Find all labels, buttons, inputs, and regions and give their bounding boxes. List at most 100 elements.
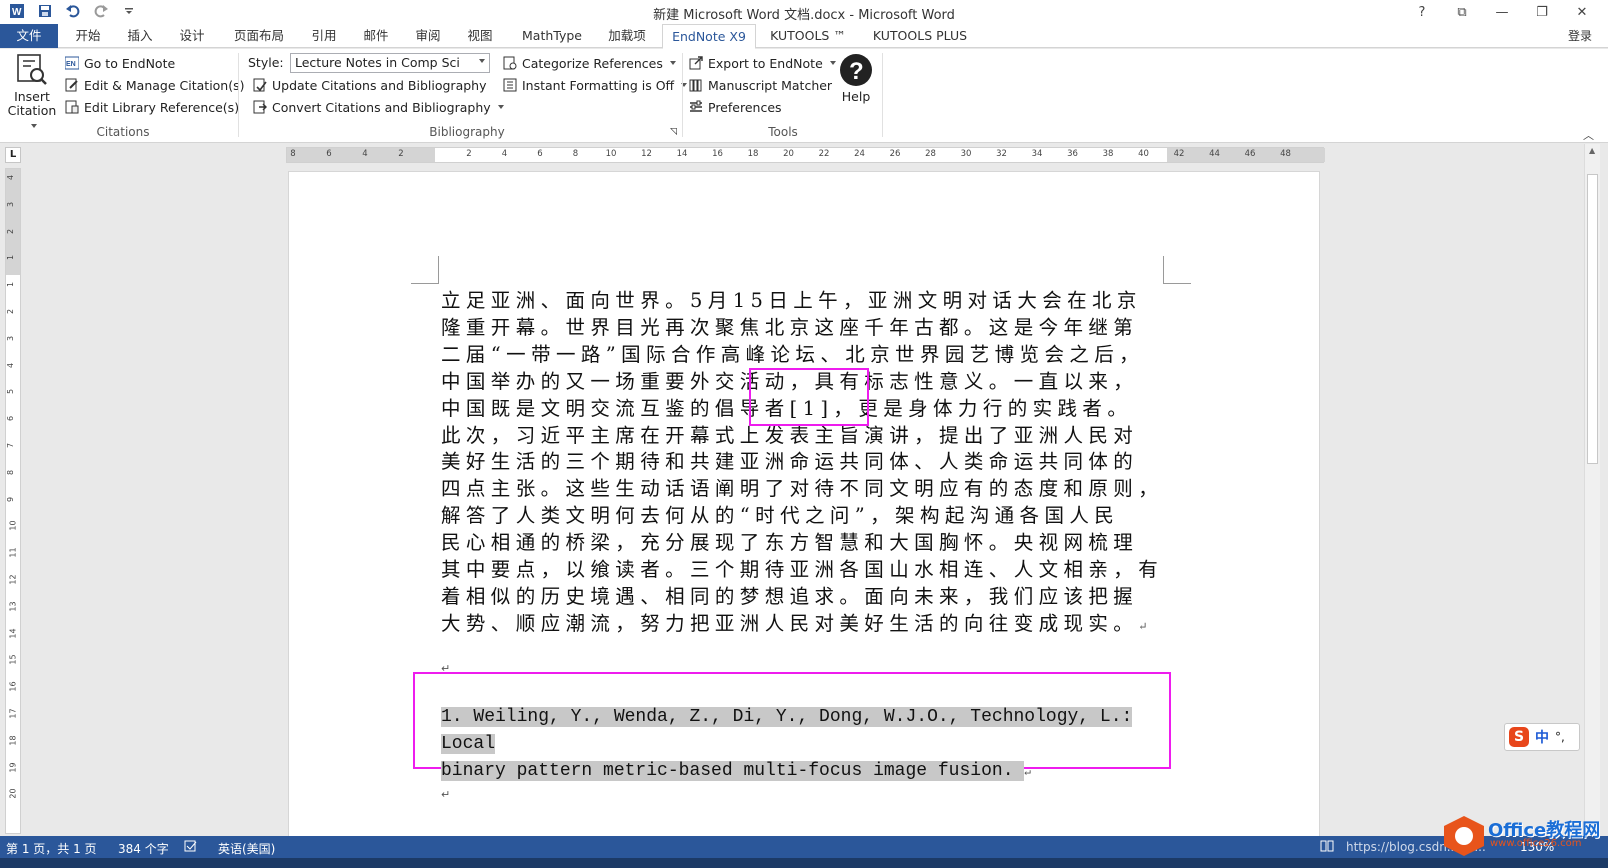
- page-count[interactable]: 第 1 页，共 1 页: [6, 840, 97, 857]
- body-line: 其中要点，以飨读者。三个期待亚洲各国山水相连、人文相亲，有: [441, 558, 1164, 582]
- ime-mode[interactable]: 中: [1535, 727, 1549, 747]
- tab-mailings[interactable]: 邮件: [350, 24, 402, 48]
- site-watermark: Office教程网 www.office26.com: [1444, 814, 1606, 858]
- paragraph-mark: ↵: [1138, 619, 1148, 633]
- tab-mathtype[interactable]: MathType: [508, 24, 596, 48]
- help-label: Help: [841, 89, 871, 104]
- ruler-number: 34: [1031, 149, 1043, 159]
- export-icon: [688, 55, 704, 71]
- tab-file[interactable]: 文件: [0, 24, 58, 48]
- ruler-number: 32: [996, 149, 1007, 159]
- vruler-number: 10: [8, 520, 18, 531]
- bibliography-entry[interactable]: 1. Weiling, Y., Wenda, Z., Di, Y., Dong,…: [441, 704, 1161, 787]
- body-line: 解答了人类文明何去何从的“时代之问”，架构起沟通各国人民: [441, 504, 1120, 528]
- scroll-up-icon[interactable]: ▲: [1589, 146, 1595, 155]
- login-link[interactable]: 登录: [1568, 27, 1592, 44]
- categorize-references-button[interactable]: Categorize References: [502, 55, 676, 71]
- vruler-number: 13: [8, 601, 18, 612]
- proofing-icon[interactable]: [184, 840, 198, 855]
- document-page[interactable]: 立足亚洲、面向世界。5月15日上午，亚洲文明对话大会在北京 隆重开幕。世界目光再次…: [288, 171, 1320, 836]
- ruler-number: 14: [676, 149, 688, 159]
- read-mode-icon[interactable]: [1320, 840, 1334, 855]
- tab-references[interactable]: 引用: [298, 24, 350, 48]
- body-line: 隆重开幕。世界目光再次聚焦北京这座千年古都。这是今年继第: [441, 315, 1139, 339]
- tab-review[interactable]: 审阅: [402, 24, 454, 48]
- tab-insert[interactable]: 插入: [114, 24, 166, 48]
- tab-kutools[interactable]: KUTOOLS ™: [762, 24, 854, 48]
- tab-layout[interactable]: 页面布局: [224, 24, 294, 48]
- manuscript-matcher-button[interactable]: Manuscript Matcher: [688, 77, 832, 93]
- ruler-number: 8: [290, 149, 296, 159]
- edit-citation-icon: [64, 77, 80, 93]
- convert-citations-button[interactable]: Convert Citations and Bibliography: [252, 99, 504, 115]
- vruler-number: 14: [8, 628, 18, 639]
- word-count[interactable]: 384 个字: [118, 840, 169, 857]
- chevron-down-icon: [479, 59, 485, 63]
- tab-design[interactable]: 设计: [166, 24, 218, 48]
- body-line: 此次，习近平主席在开幕式上发表主旨演讲，提出了亚洲人民对: [441, 423, 1139, 447]
- vruler-number: 4: [6, 174, 16, 181]
- tab-endnote[interactable]: EndNote X9: [662, 24, 756, 49]
- ruler-number: 40: [1138, 149, 1149, 159]
- update-citations-button[interactable]: Update Citations and Bibliography: [252, 77, 487, 93]
- instant-formatting-icon: [502, 77, 518, 93]
- horizontal-ruler[interactable]: 8 6 4 2 2 4 6 8 10 12 14 16 18 20 22 24 26 28 30 32 34 36 38 40…: [286, 147, 1325, 163]
- close-icon[interactable]: ✕: [1562, 0, 1602, 24]
- group-separator: [882, 53, 883, 137]
- collapse-ribbon-icon[interactable]: ︿: [1583, 127, 1594, 143]
- scrollbar-thumb[interactable]: [1587, 174, 1598, 464]
- vruler-number: 17: [8, 708, 18, 719]
- ruler-number: 12: [641, 149, 652, 159]
- ruler-number: 28: [925, 149, 936, 159]
- tab-selector[interactable]: L: [5, 147, 21, 163]
- body-line: 着相似的历史境遇、相同的梦想追求。面向未来，我们应该把握: [441, 584, 1139, 608]
- edit-manage-citations-button[interactable]: Edit & Manage Citation(s): [64, 77, 245, 93]
- manuscript-matcher-icon: [688, 77, 704, 93]
- export-to-endnote-button[interactable]: Export to EndNote: [688, 55, 836, 71]
- ime-punct[interactable]: °,: [1555, 730, 1565, 744]
- restore-icon[interactable]: ❐: [1522, 0, 1562, 24]
- document-area[interactable]: 立足亚洲、面向世界。5月15日上午，亚洲文明对话大会在北京 隆重开幕。世界目光再次…: [26, 166, 1584, 836]
- vertical-scrollbar[interactable]: ▲: [1584, 144, 1600, 836]
- tab-view[interactable]: 视图: [454, 24, 506, 48]
- vruler-number: 2: [6, 228, 16, 234]
- tab-home[interactable]: 开始: [62, 24, 114, 48]
- vruler-number: 12: [8, 574, 18, 585]
- ruler-number: 18: [747, 149, 759, 159]
- edit-library-reference-button[interactable]: Edit Library Reference(s): [64, 99, 239, 115]
- paragraph-mark: ↵: [441, 788, 451, 801]
- instant-formatting-button[interactable]: Instant Formatting is Off: [502, 77, 688, 93]
- vertical-ruler[interactable]: 4 3 2 1 1 2 3 4 5 6 7 8 9 10 11 12 13 14 15 16 17 18 19 20: [5, 168, 21, 834]
- convert-citations-label: Convert Citations and Bibliography: [272, 99, 491, 115]
- body-line: 民心相通的桥梁，充分展现了东方智慧和大国胸怀。央视网梳理: [441, 531, 1139, 555]
- vruler-number: 3: [6, 201, 16, 207]
- tab-kutools-plus[interactable]: KUTOOLS PLUS: [866, 24, 974, 48]
- help-window-icon[interactable]: ?: [1402, 0, 1442, 24]
- crop-mark: [411, 256, 439, 284]
- minimize-icon[interactable]: —: [1482, 0, 1522, 24]
- svg-text:EN: EN: [66, 61, 76, 68]
- ruler-number: 16: [712, 149, 723, 159]
- title-bar: W 新建 Microsoft Word 文档.docx - Microsoft …: [0, 0, 1608, 24]
- vruler-number: 1: [6, 282, 16, 288]
- svg-text:?: ?: [849, 58, 864, 85]
- ime-toolbar[interactable]: S 中 °,: [1504, 723, 1580, 751]
- ruler-area: L 8 6 4 2 2 4 6 8 10 12 14 16 18 20 22 24 26 28 30 32 34 36 38…: [0, 144, 1608, 166]
- vruler-number: 8: [6, 469, 16, 475]
- edit-manage-label: Edit & Manage Citation(s): [84, 77, 245, 93]
- tab-addins[interactable]: 加载项: [598, 24, 656, 48]
- edit-library-icon: [64, 99, 80, 115]
- go-to-endnote-button[interactable]: EN Go to EndNote: [64, 55, 175, 71]
- bibliography-dialog-launcher-icon[interactable]: ◹: [670, 127, 677, 137]
- preferences-button[interactable]: Preferences: [688, 99, 782, 115]
- help-button[interactable]: ? Help: [836, 53, 876, 104]
- language-status[interactable]: 英语(美国): [218, 840, 275, 857]
- ruler-number: 24: [854, 149, 865, 159]
- style-select[interactable]: Lecture Notes in Comp Sci: [290, 53, 490, 73]
- ribbon-display-icon[interactable]: ⧉: [1442, 0, 1482, 24]
- vruler-number: 11: [8, 547, 18, 558]
- insert-citation-button[interactable]: Insert Citation: [4, 53, 60, 132]
- body-paragraph[interactable]: 立足亚洲、面向世界。5月15日上午，亚洲文明对话大会在北京 隆重开幕。世界目光再次…: [441, 288, 1161, 641]
- ruler-number: 2: [466, 149, 472, 159]
- vruler-number: 7: [6, 442, 16, 449]
